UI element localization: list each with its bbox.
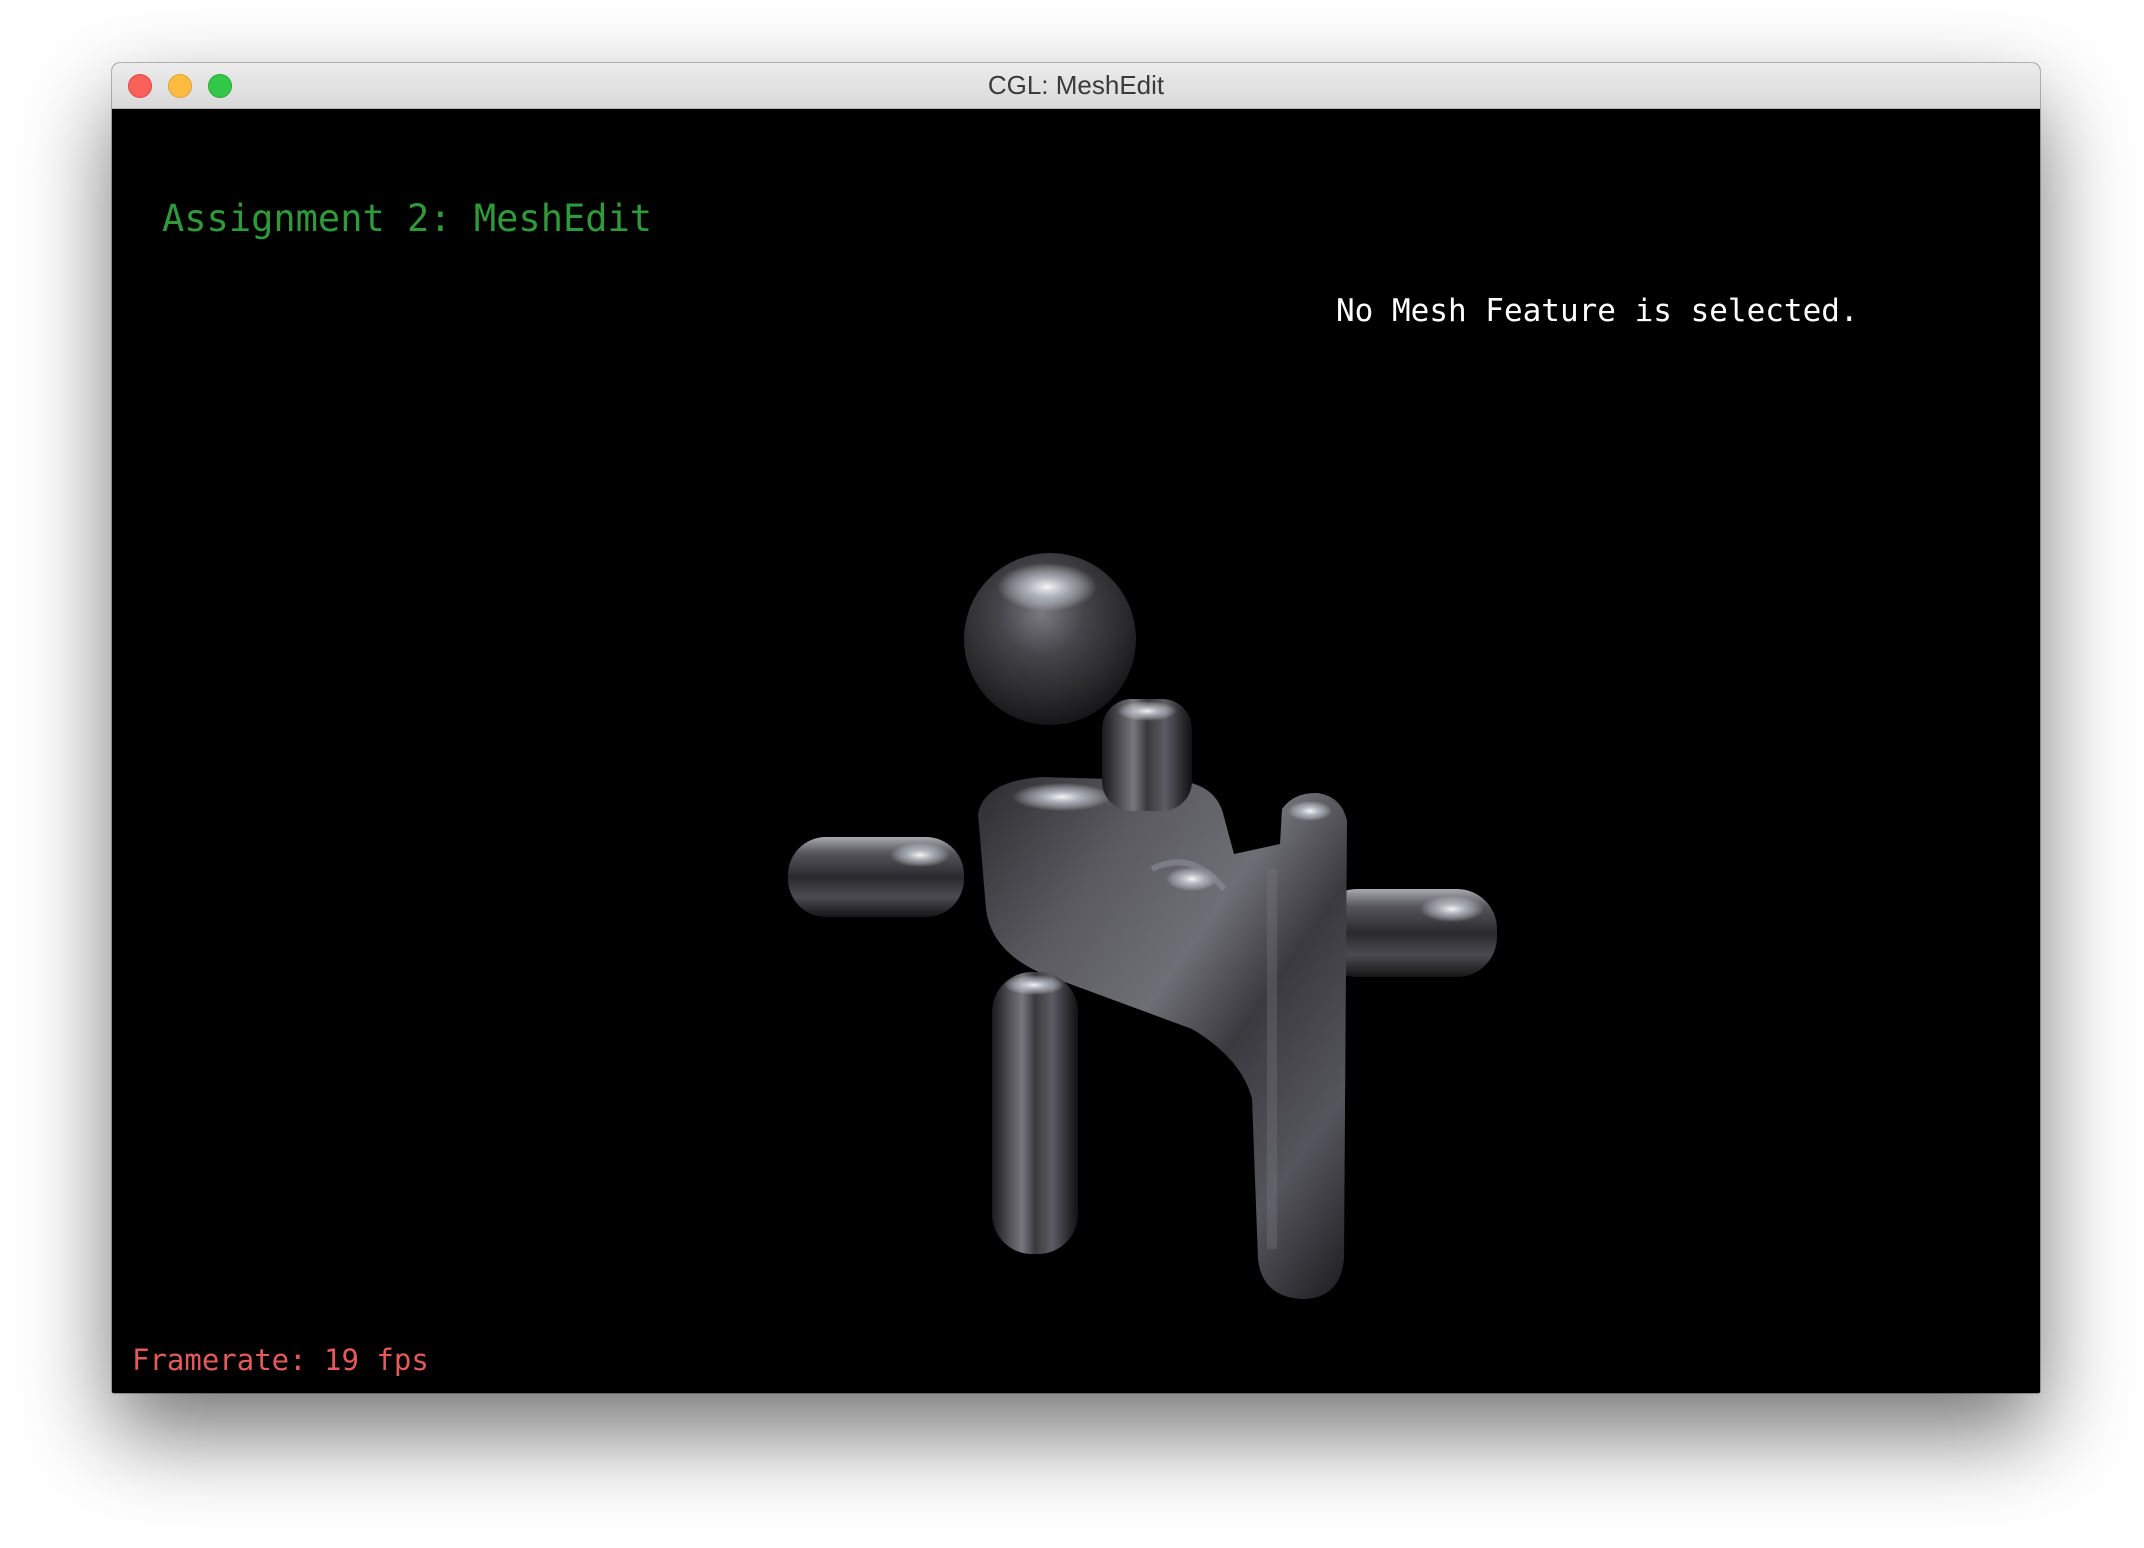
mesh-viewport[interactable]: Assignment 2: MeshEdit No Mesh Feature i… (112, 109, 2040, 1393)
head (964, 553, 1136, 725)
neck (1102, 699, 1192, 811)
app-window: CGL: MeshEdit Assignment 2: MeshEdit No … (112, 63, 2040, 1393)
title-bar[interactable]: CGL: MeshEdit (112, 63, 2040, 109)
selection-status: No Mesh Feature is selected. (1336, 293, 1859, 329)
left-leg (992, 972, 1078, 1254)
window-title: CGL: MeshEdit (987, 70, 1165, 100)
assignment-title: Assignment 2: MeshEdit (162, 197, 653, 240)
left-arm (788, 837, 964, 917)
framerate-readout: Framerate: 19 fps (132, 1343, 429, 1377)
